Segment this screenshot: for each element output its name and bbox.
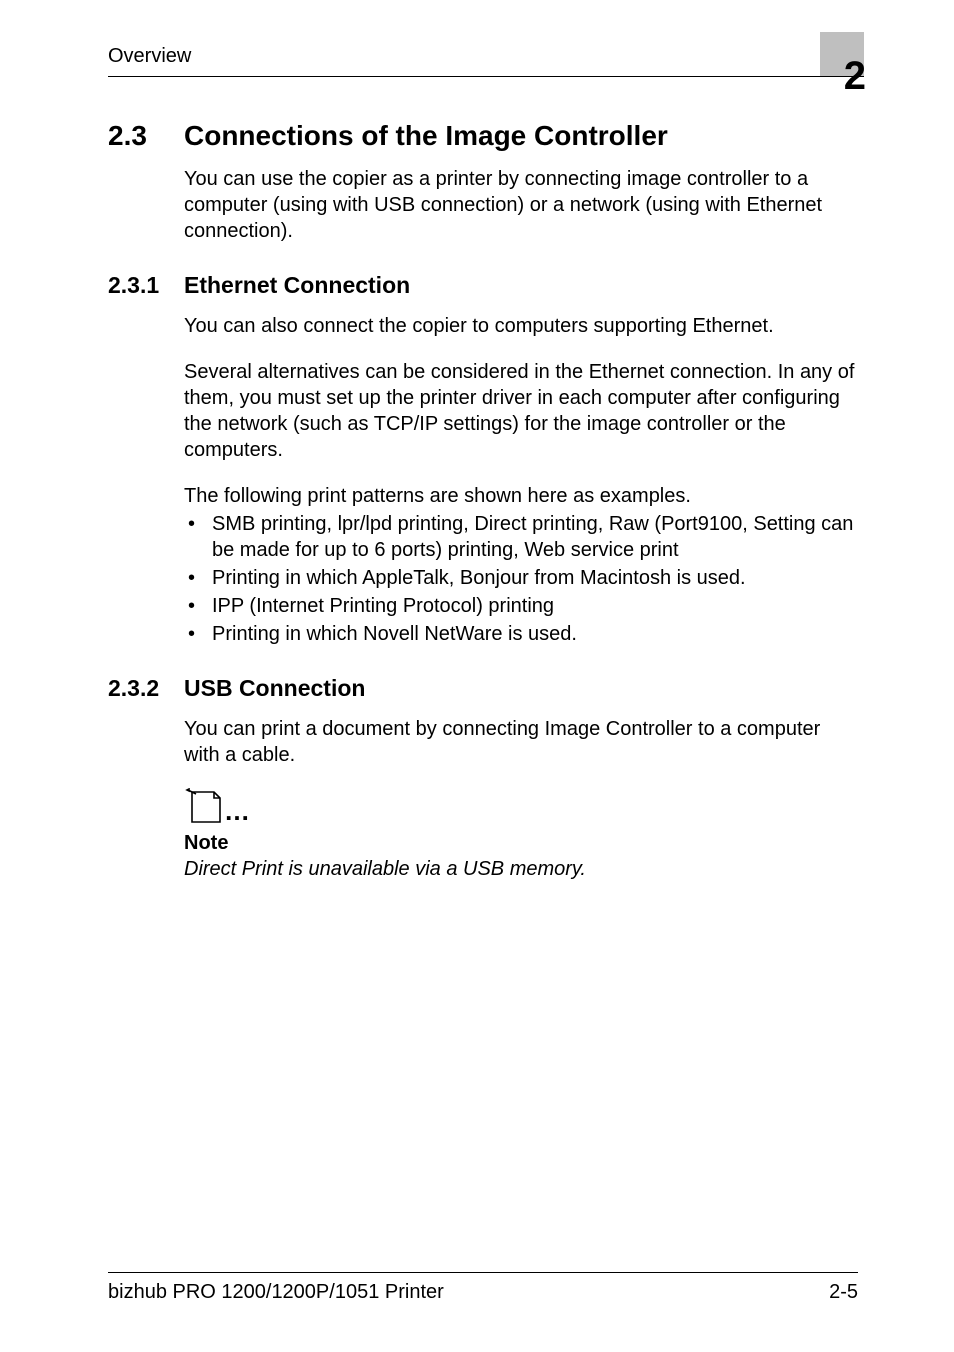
chapter-box: 2 [820, 32, 864, 76]
note-body: Direct Print is unavailable via a USB me… [184, 856, 858, 882]
ethernet-p1: You can also connect the copier to compu… [184, 313, 858, 339]
note-label: Note [184, 830, 858, 856]
usb-p1: You can print a document by connecting I… [184, 716, 858, 768]
heading-3-title: USB Connection [184, 675, 365, 702]
note-icon: … [184, 788, 858, 828]
heading-3-row-usb: 2.3.2 USB Connection [108, 675, 858, 702]
list-item: SMB printing, lpr/lpd printing, Direct p… [184, 511, 858, 563]
page: Overview 2 2.3 Connections of the Image … [0, 0, 954, 1352]
heading-2-row: 2.3 Connections of the Image Controller [108, 120, 858, 152]
page-header: Overview 2 [108, 32, 864, 77]
list-item: Printing in which Novell NetWare is used… [184, 621, 858, 647]
section-intro: You can use the copier as a printer by c… [184, 166, 858, 244]
heading-3-row-ethernet: 2.3.1 Ethernet Connection [108, 272, 858, 299]
heading-3-number: 2.3.1 [108, 272, 184, 299]
header-section-name: Overview [108, 45, 191, 68]
ethernet-body: You can also connect the copier to compu… [184, 313, 858, 647]
footer-right: 2-5 [829, 1281, 858, 1304]
chapter-number: 2 [844, 56, 866, 96]
list-item: Printing in which AppleTalk, Bonjour fro… [184, 565, 858, 591]
ethernet-p3: The following print patterns are shown h… [184, 483, 858, 509]
footer-left: bizhub PRO 1200/1200P/1051 Printer [108, 1281, 444, 1304]
usb-body: You can print a document by connecting I… [184, 716, 858, 882]
heading-3-title: Ethernet Connection [184, 272, 410, 299]
ethernet-bullets: SMB printing, lpr/lpd printing, Direct p… [184, 511, 858, 647]
svg-text:…: … [224, 796, 250, 826]
ethernet-p2: Several alternatives can be considered i… [184, 359, 858, 463]
content: 2.3 Connections of the Image Controller … [108, 120, 858, 882]
heading-2-number: 2.3 [108, 120, 184, 152]
section-intro-block: You can use the copier as a printer by c… [184, 166, 858, 244]
heading-2-title: Connections of the Image Controller [184, 120, 668, 152]
list-item: IPP (Internet Printing Protocol) printin… [184, 593, 858, 619]
heading-3-number: 2.3.2 [108, 675, 184, 702]
page-footer: bizhub PRO 1200/1200P/1051 Printer 2-5 [108, 1272, 858, 1304]
